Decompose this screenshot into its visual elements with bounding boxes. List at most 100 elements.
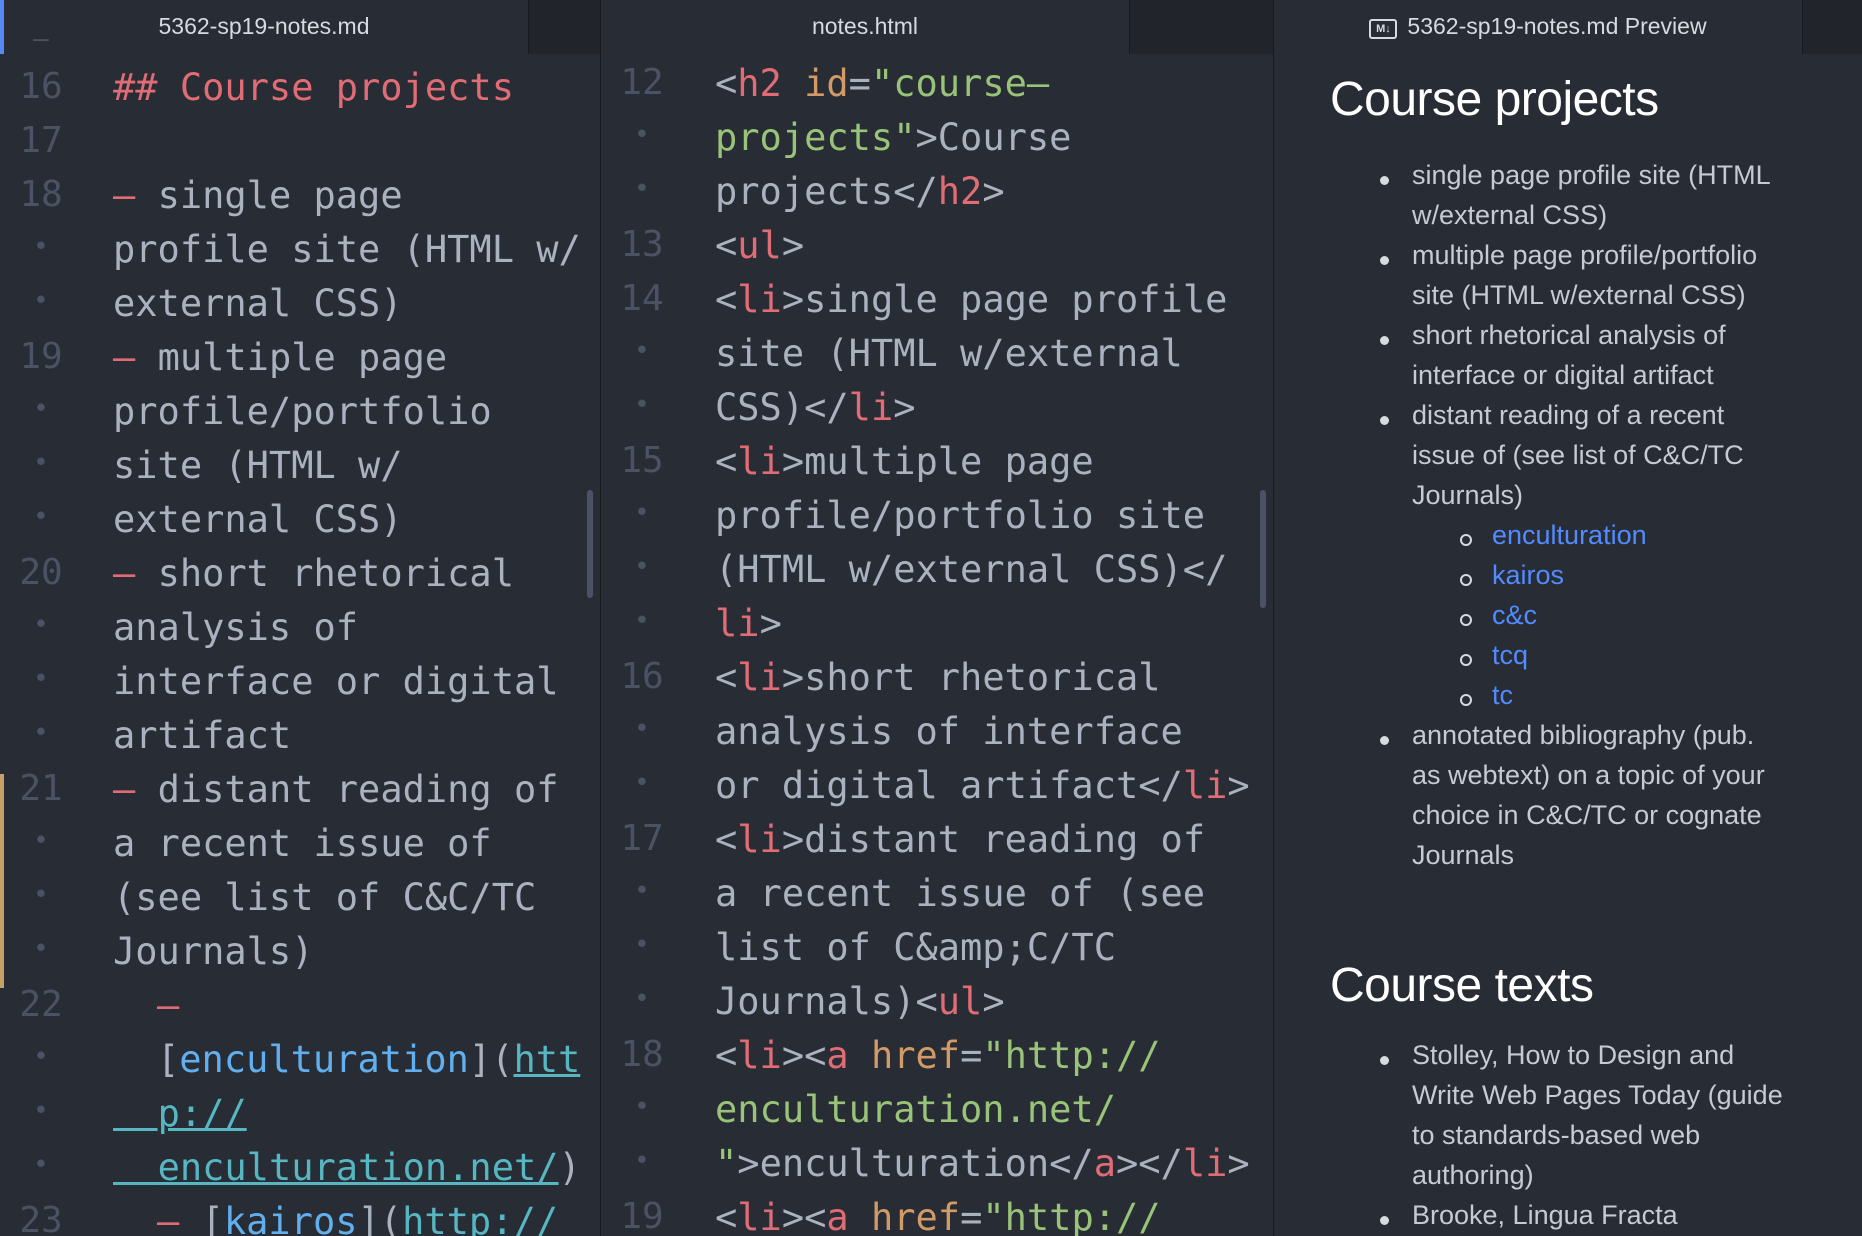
sub-bullet [1460, 654, 1472, 666]
html-line: <li><a href="http:// [715, 1196, 1161, 1236]
wrap-indicator: • [33, 718, 49, 748]
html-wrap-line: projects">Course [715, 116, 1072, 159]
html-line: <li>short rhetorical [715, 656, 1161, 699]
bullet [1380, 416, 1389, 425]
md-wrap-line: profile/portfolio [113, 390, 492, 433]
wrap-indicator: • [33, 1042, 49, 1072]
line-number: 15 [620, 440, 664, 481]
preview-heading-texts: Course texts [1330, 959, 1594, 1012]
md-link-line: [enculturation](htt [157, 1038, 581, 1081]
link-enculturation[interactable]: enculturation [1492, 520, 1647, 551]
md-link-url-line: p:// [157, 1092, 247, 1135]
line-number: 16 [19, 66, 63, 107]
bullet [1380, 336, 1389, 345]
preview-list-item: short rhetorical analysis of [1412, 320, 1726, 350]
tab-html-file[interactable]: notes.html [601, 0, 1129, 54]
wrap-indicator: • [634, 498, 650, 528]
wrap-indicator: • [634, 336, 650, 366]
tab-markdown-preview[interactable]: M↓ 5362-sp19-notes.md Preview [1274, 0, 1802, 54]
html-wrap-line: analysis of interface [715, 710, 1183, 753]
markdown-editor-pane[interactable]: 5362-sp19-notes.md ‒ 16 ## Course projec… [0, 0, 601, 1236]
md-wrap-line: analysis of [113, 606, 359, 649]
preview-list-item: distant reading of a recent [1412, 400, 1725, 430]
preview-list-item: multiple page profile/portfolio [1412, 240, 1758, 270]
tab-bar-empty [528, 0, 600, 54]
sub-bullet [1460, 574, 1472, 586]
markdown-code[interactable]: ‒ 16 ## Course projects 17 18 – single p… [0, 24, 600, 1236]
preview-list-item: single page profile site (HTML [1412, 160, 1771, 190]
line-number: 19 [19, 336, 63, 377]
preview-list-item: Brooke, Lingua Fracta [1412, 1200, 1678, 1230]
wrap-indicator: • [33, 934, 49, 964]
html-line: <h2 id="course– [715, 62, 1050, 105]
link-cc[interactable]: c&c [1492, 600, 1537, 631]
tab-bar-empty [1129, 0, 1273, 54]
html-wrap-line: CSS)</li> [715, 386, 916, 429]
line-number: 17 [19, 120, 63, 161]
html-wrap-line: enculturation.net/ [715, 1088, 1116, 1131]
link-tcq[interactable]: tcq [1492, 640, 1528, 671]
html-editor-pane[interactable]: notes.html 12 <h2 id="course– • projects… [601, 0, 1274, 1236]
wrap-indicator: • [634, 984, 650, 1014]
line-number: 21 [19, 768, 63, 809]
wrap-indicator: • [634, 120, 650, 150]
md-list-item: – single page [113, 174, 403, 217]
wrap-indicator: • [33, 232, 49, 262]
markdown-preview-pane[interactable]: M↓ 5362-sp19-notes.md Preview Course proj… [1274, 0, 1862, 1236]
preview-tab-bar: M↓ 5362-sp19-notes.md Preview [1274, 0, 1862, 54]
md-list-item: – short rhetorical [113, 552, 514, 595]
preview-list-item-wrap: to standards-based web [1412, 1120, 1701, 1150]
md-wrap-line: artifact [113, 714, 292, 757]
html-wrap-line: a recent issue of (see [715, 872, 1206, 915]
wrap-indicator: • [634, 930, 650, 960]
tab-label: 5362-sp19-notes.md [158, 13, 370, 39]
preview-list-item-wrap: issue of (see list of C&C/TC [1412, 440, 1744, 470]
html-line: <li><a href="http:// [715, 1034, 1161, 1077]
preview-content: Course projects single page profile site… [1274, 54, 1862, 1236]
vertical-scrollbar[interactable] [1260, 490, 1266, 608]
markdown-tab-bar: 5362-sp19-notes.md [0, 0, 600, 54]
line-number: 14 [620, 278, 664, 319]
wrap-indicator: • [634, 174, 650, 204]
html-wrap-line: ">enculturation</a></li> [715, 1142, 1250, 1185]
line-number: 23 [19, 1200, 63, 1236]
html-wrap-line: or digital artifact</li> [715, 764, 1250, 807]
link-tc[interactable]: tc [1492, 680, 1513, 711]
preview-list-item-wrap: authoring) [1412, 1160, 1534, 1190]
line-number: 12 [620, 62, 664, 103]
html-wrap-line: site (HTML w/external [715, 332, 1183, 375]
html-line: <ul> [715, 224, 805, 267]
html-line: <li>distant reading of [715, 818, 1206, 861]
wrap-indicator: • [634, 876, 650, 906]
md-list-item: – distant reading of [113, 768, 559, 811]
line-number: ‒ [33, 24, 49, 54]
vertical-scrollbar[interactable] [587, 490, 593, 598]
md-link-url-line: enculturation.net/) [157, 1146, 581, 1189]
preview-heading-projects: Course projects [1330, 73, 1659, 126]
md-wrap-line: external CSS) [113, 498, 403, 541]
sub-bullet [1460, 694, 1472, 706]
preview-list-item-wrap: as webtext) on a topic of your [1412, 760, 1765, 790]
md-wrap-line: site (HTML w/ [113, 444, 403, 487]
md-wrap-line: (see list of C&C/TC [113, 876, 537, 919]
bullet [1380, 1056, 1389, 1065]
md-wrap-line: external CSS) [113, 282, 403, 325]
sub-bullet [1460, 534, 1472, 546]
bullet [1380, 1216, 1389, 1225]
line-number: 22 [19, 984, 63, 1025]
markdown-icon: M↓ [1369, 19, 1398, 39]
html-wrap-line: Journals)<ul> [715, 980, 1005, 1023]
wrap-indicator: • [634, 390, 650, 420]
html-code[interactable]: 12 <h2 id="course– • projects">Course • … [601, 54, 1273, 1236]
wrap-indicator: • [634, 768, 650, 798]
preview-list-item-wrap: Write Web Pages Today (guide [1412, 1080, 1783, 1110]
wrap-indicator: • [634, 1092, 650, 1122]
wrap-indicator: • [634, 1146, 650, 1176]
line-number: 17 [620, 818, 664, 859]
bullet [1380, 736, 1389, 745]
tab-label: notes.html [811, 13, 919, 39]
link-kairos[interactable]: kairos [1492, 560, 1564, 591]
preview-list-item: Stolley, How to Design and [1412, 1040, 1735, 1070]
html-tab-bar: notes.html [601, 0, 1273, 54]
line-number: 20 [19, 552, 63, 593]
